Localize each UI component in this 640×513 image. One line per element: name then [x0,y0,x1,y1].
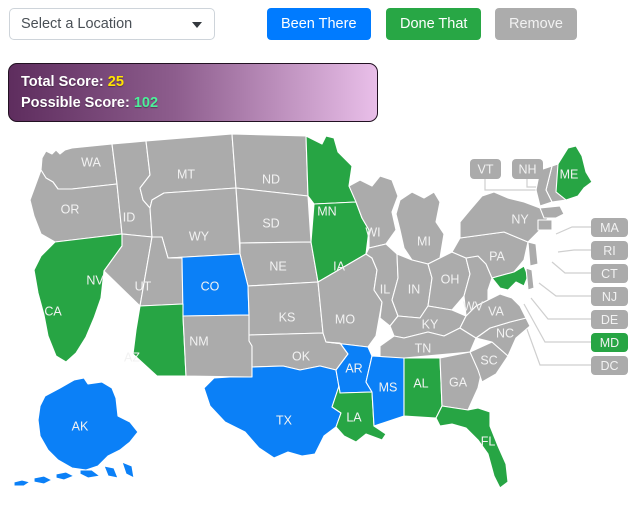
state-ks [247,281,324,336]
callout-nh[interactable]: NH [512,159,543,179]
state-ca [33,233,123,363]
state-sd [235,187,312,244]
state-fl [435,405,509,489]
state-nd [231,133,309,197]
total-score-line: Total Score: 25 [21,72,377,93]
been-there-button[interactable]: Been There [267,8,371,40]
state-nm [182,314,253,378]
state-ct-shape [537,219,553,231]
callout-dc[interactable]: DC [591,356,628,375]
state-shapes [13,133,593,489]
callout-md[interactable]: MD [591,333,628,352]
state-nj-shape [527,241,539,267]
state-ne [239,241,319,287]
state-tx [203,365,342,459]
callout-ct[interactable]: CT [591,264,628,283]
possible-score-line: Possible Score: 102 [21,93,377,114]
total-score-value: 25 [107,74,124,90]
callout-ri[interactable]: RI [591,241,628,260]
state-az [132,303,187,377]
location-select-value: Select a Location [21,16,133,32]
callout-ma[interactable]: MA [591,218,628,237]
callout-nj[interactable]: NJ [591,287,628,306]
possible-score-value: 102 [133,95,159,111]
state-ak [37,377,139,471]
state-mn [305,135,357,205]
state-al [403,357,443,419]
possible-score-label: Possible Score: [21,95,130,111]
state-de-shape [525,267,535,291]
total-score-label: Total Score: [21,74,104,90]
callout-vt[interactable]: VT [470,159,501,179]
state-ma-shape [539,205,565,219]
toolbar: Select a Location Been There Done That R… [0,0,640,50]
remove-button[interactable]: Remove [495,8,577,40]
location-select[interactable]: Select a Location [9,8,215,40]
us-map: WA OR ID MT ND SD WY NE CA NV UT CO AZ N… [0,130,640,513]
done-that-button[interactable]: Done That [386,8,482,40]
state-oh [427,251,471,311]
score-banner: Total Score: 25 Possible Score: 102 [8,63,378,122]
callout-de[interactable]: DE [591,310,628,329]
state-mi [395,191,445,265]
chevron-down-icon [192,22,202,28]
state-me [553,145,593,201]
